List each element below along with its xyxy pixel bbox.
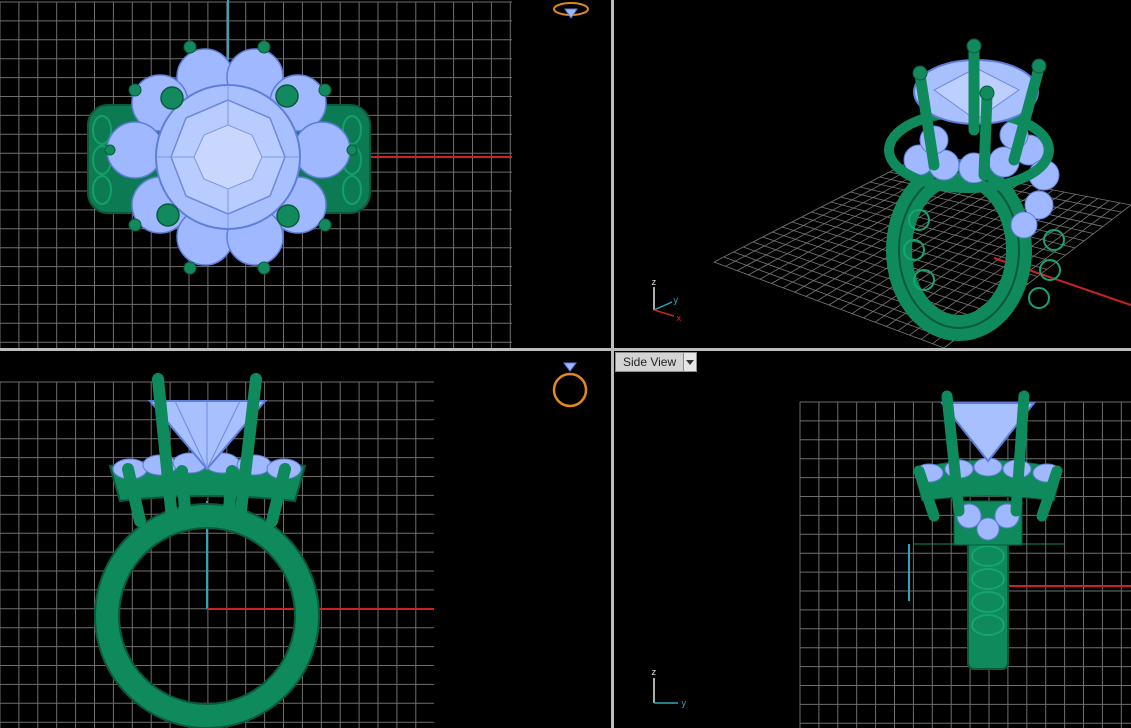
ring-model-top xyxy=(87,40,371,275)
viewport-top-canvas xyxy=(0,0,512,348)
ring-model-side xyxy=(913,390,1063,670)
viewport-front-canvas xyxy=(0,373,434,728)
axis-label-z: z xyxy=(651,278,656,288)
axis-label-z: z xyxy=(651,668,656,678)
axis-gizmo-icon: z y x xyxy=(651,278,682,324)
chevron-down-icon[interactable] xyxy=(683,353,697,371)
axis-label-x: x xyxy=(676,314,682,324)
viewport-perspective-canvas: z y x xyxy=(651,38,1131,348)
ring-orientation-icon[interactable] xyxy=(550,361,590,415)
axis-label-y: y xyxy=(673,296,679,306)
ring-model-perspective xyxy=(884,38,1065,341)
viewport-perspective[interactable]: z y x xyxy=(614,0,1131,348)
ring-orientation-icon[interactable] xyxy=(551,0,591,24)
axis-gizmo-icon: z y xyxy=(651,668,687,709)
view-selector-label: Side View xyxy=(616,353,684,371)
viewport-front[interactable] xyxy=(0,351,611,728)
viewport-side[interactable]: z y xyxy=(614,351,1131,728)
viewport-side-canvas: z y xyxy=(651,390,1131,728)
axis-label-y: y xyxy=(681,699,687,709)
viewport-top[interactable] xyxy=(0,0,611,348)
viewport-divider-horizontal[interactable] xyxy=(0,348,1131,351)
view-selector[interactable]: Side View xyxy=(615,352,698,372)
viewport-divider-vertical[interactable] xyxy=(611,0,614,728)
